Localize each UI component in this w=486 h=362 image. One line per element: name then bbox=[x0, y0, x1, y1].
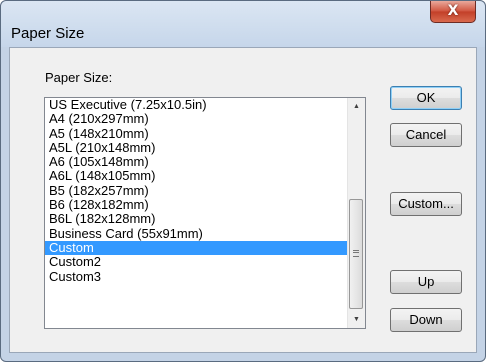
list-item[interactable]: B5 (182x257mm) bbox=[45, 183, 348, 198]
scroll-thumb[interactable] bbox=[349, 199, 363, 309]
close-icon: X bbox=[447, 3, 459, 19]
paper-size-dialog: Paper Size X Paper Size: US Executive (7… bbox=[0, 0, 486, 362]
ok-button[interactable]: OK bbox=[390, 86, 462, 110]
window-title: Paper Size bbox=[11, 25, 85, 42]
up-button[interactable]: Up bbox=[390, 270, 462, 294]
grip-icon bbox=[353, 250, 359, 257]
down-button[interactable]: Down bbox=[390, 308, 462, 332]
down-arrow-icon[interactable]: ▼ bbox=[348, 311, 365, 328]
list-item[interactable]: Custom bbox=[45, 240, 348, 256]
list-item[interactable]: B6L (182x128mm) bbox=[45, 212, 348, 226]
list-item[interactable]: A4 (210x297mm) bbox=[45, 112, 348, 126]
up-arrow-icon[interactable]: ▲ bbox=[348, 98, 365, 115]
paper-size-listbox[interactable]: US Executive (7.25x10.5in) A4 (210x297mm)… bbox=[44, 97, 366, 329]
cancel-button[interactable]: Cancel bbox=[390, 123, 462, 147]
dialog-body: Paper Size: US Executive (7.25x10.5in) A4… bbox=[9, 47, 477, 353]
list-item[interactable]: Custom3 bbox=[45, 269, 348, 284]
list-item[interactable]: B6 (128x182mm) bbox=[45, 197, 348, 212]
title-bar[interactable]: Paper Size X bbox=[1, 1, 485, 47]
list-item[interactable]: Business Card (55x91mm) bbox=[45, 226, 348, 241]
list-item[interactable]: A5L (210x148mm) bbox=[45, 140, 348, 155]
close-button[interactable]: X bbox=[430, 1, 476, 23]
paper-size-label: Paper Size: bbox=[45, 70, 113, 85]
vertical-scrollbar[interactable]: ▲ ▼ bbox=[347, 98, 365, 328]
list-item[interactable]: US Executive (7.25x10.5in) bbox=[45, 98, 348, 112]
custom-button[interactable]: Custom... bbox=[390, 192, 462, 216]
list-item[interactable]: A6 (105x148mm) bbox=[45, 155, 348, 169]
list-item[interactable]: Custom2 bbox=[45, 255, 348, 269]
list-item[interactable]: A5 (148x210mm) bbox=[45, 126, 348, 141]
list-item[interactable]: A6L (148x105mm) bbox=[45, 169, 348, 183]
paper-size-list[interactable]: US Executive (7.25x10.5in) A4 (210x297mm)… bbox=[45, 98, 348, 328]
